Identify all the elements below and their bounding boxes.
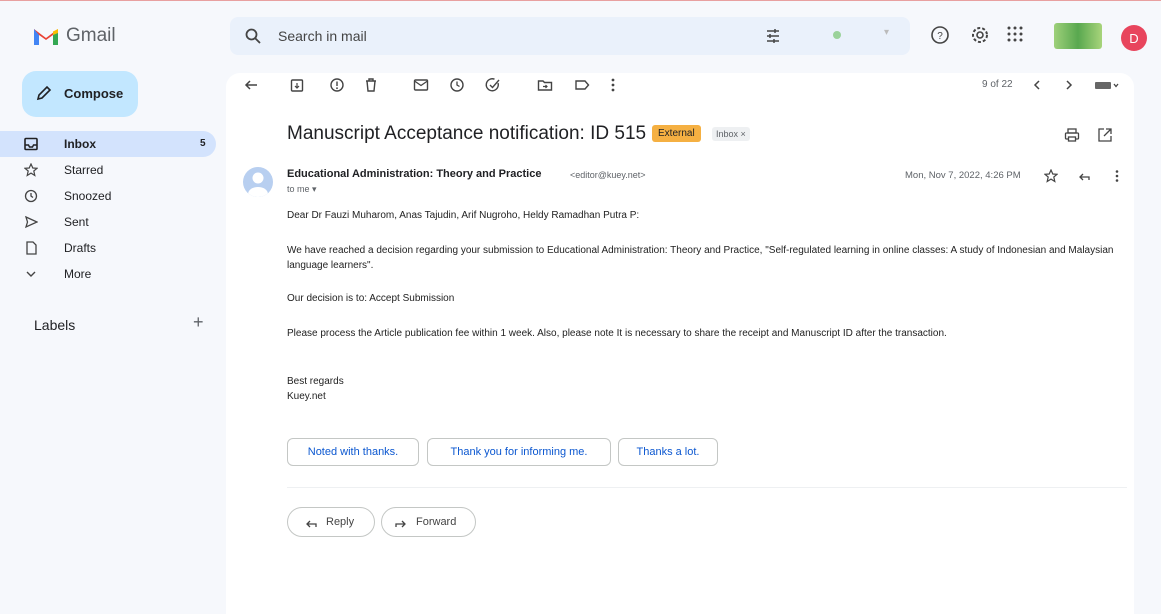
smart-reply-chip[interactable]: Thank you for informing me. [427,438,611,466]
sidebar-item-label: Drafts [64,241,97,255]
sidebar-item-sent[interactable]: Sent [0,209,216,235]
tune-icon[interactable] [764,27,782,45]
sidebar-item-label: Starred [64,163,104,177]
email-paragraph: We have reached a decision regarding you… [287,245,1114,271]
forward-button[interactable]: Forward [381,507,476,537]
star-icon [24,163,38,177]
send-icon [24,215,38,229]
external-tag: External [652,125,701,142]
labels-heading: Labels [34,317,76,333]
sidebar-item-more[interactable]: More [0,261,216,287]
app-name: Gmail [66,25,116,46]
gmail-m-icon [32,25,60,47]
sidebar-item-label: More [64,267,92,281]
email-date: Mon, Nov 7, 2022, 4:26 PM [905,170,1021,181]
reply-icon[interactable] [1077,169,1091,183]
email-paragraph: Please process the Article publication f… [287,328,947,339]
unread-count: 5 [200,138,206,149]
search-bar[interactable] [230,17,910,55]
reply-button[interactable]: Reply [287,507,375,537]
email-subject: Manuscript Acceptance notification: ID 5… [287,123,647,144]
email-signoff: Best regards [287,376,344,387]
draft-icon [24,241,38,255]
sidebar-item-label: Snoozed [64,189,112,203]
compose-label: Compose [64,86,124,101]
sidebar-nav: Inbox 5 Starred Snoozed Sent Drafts More [0,131,222,287]
organization-logo[interactable] [1054,23,1102,49]
forward-label: Forward [416,516,457,528]
smart-reply-chip[interactable]: Thanks a lot. [618,438,718,466]
compose-button[interactable]: Compose [22,71,138,117]
email-decision: Our decision is to: Accept Submission [287,293,455,304]
pencil-icon [36,85,52,101]
add-task-icon[interactable] [485,77,501,93]
gmail-logo[interactable]: Gmail [32,25,116,47]
top-bar: Gmail ▾ ? D [0,1,1161,71]
chevron-down-icon [24,267,38,281]
email-greeting: Dear Dr Fauzi Muharom, Anas Tajudin, Ari… [287,210,640,221]
clock-icon [24,189,38,203]
pagination-text: 9 of 22 [982,79,1013,90]
search-icon[interactable] [244,27,262,45]
apps-grid-icon[interactable] [1006,25,1024,43]
status-indicator[interactable] [833,31,841,39]
inbox-icon [24,137,38,151]
open-in-new-window-icon[interactable] [1097,127,1113,143]
older-icon[interactable] [1031,77,1043,93]
sender-email: <editor@kuey.net> [570,170,646,180]
svg-text:?: ? [937,31,943,42]
inbox-tag[interactable]: Inbox × [712,127,750,141]
forward-icon [394,516,408,530]
move-to-icon[interactable] [537,77,553,93]
sender-name[interactable]: Educational Administration: Theory and P… [287,168,541,180]
divider [287,487,1127,488]
sender-avatar[interactable] [243,167,273,197]
star-icon[interactable] [1044,169,1058,183]
account-avatar[interactable]: D [1121,25,1147,51]
report-spam-icon[interactable] [329,77,345,93]
sidebar-item-drafts[interactable]: Drafts [0,235,216,261]
reply-icon [304,516,318,530]
print-icon[interactable] [1064,127,1080,143]
search-input[interactable] [278,25,738,47]
input-tools-icon[interactable] [1094,77,1120,93]
sidebar-item-snoozed[interactable]: Snoozed [0,183,216,209]
smart-reply-chip[interactable]: Noted with thanks. [287,438,419,466]
help-icon[interactable]: ? [930,25,950,45]
sidebar-item-label: Inbox [64,137,96,151]
archive-icon[interactable] [290,77,304,93]
sidebar-item-starred[interactable]: Starred [0,157,216,183]
newer-icon[interactable] [1063,77,1075,93]
more-vert-icon[interactable] [1114,169,1120,183]
email-signature: Kuey.net [287,391,326,402]
reply-label: Reply [326,516,355,528]
more-vert-icon[interactable] [609,77,617,93]
delete-icon[interactable] [364,77,378,93]
back-arrow-icon[interactable] [243,77,259,93]
snooze-icon[interactable] [449,77,465,93]
mark-unread-icon[interactable] [413,77,429,93]
label-icon[interactable] [574,77,590,93]
add-label-button[interactable]: + [193,312,204,333]
settings-icon[interactable] [970,25,990,45]
status-caret-icon[interactable]: ▾ [884,27,889,38]
sidebar-item-label: Sent [64,215,89,229]
sidebar-item-inbox[interactable]: Inbox 5 [0,131,216,157]
recipient-details[interactable]: to me ▾ [287,184,317,195]
